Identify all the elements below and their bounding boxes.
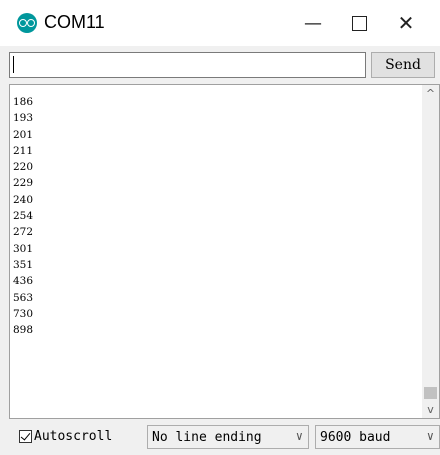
- bottom-bar: Autoscroll No line ending ∨ 9600 baud ∨: [0, 419, 440, 455]
- scroll-down-button[interactable]: v: [422, 401, 439, 418]
- output-line: 730: [13, 307, 34, 320]
- vertical-scrollbar[interactable]: ^ v: [422, 85, 439, 418]
- minimize-button[interactable]: —: [290, 0, 336, 46]
- send-input[interactable]: [9, 52, 366, 78]
- send-row: Send: [9, 52, 440, 78]
- output-line: 436: [13, 275, 34, 288]
- scroll-thumb[interactable]: [424, 387, 437, 399]
- output-line: 201: [13, 128, 34, 141]
- output-line: 240: [13, 193, 34, 206]
- autoscroll-checkbox[interactable]: [19, 430, 32, 443]
- autoscroll-toggle[interactable]: Autoscroll: [19, 429, 112, 444]
- close-icon: ✕: [397, 11, 415, 35]
- send-button[interactable]: Send: [371, 52, 435, 78]
- autoscroll-label: Autoscroll: [34, 429, 113, 444]
- output-lines: 186 193 201 211 220 229 240 254 272 301 …: [13, 94, 33, 338]
- window-title: COM11: [44, 12, 105, 32]
- output-line: 186: [13, 96, 34, 108]
- output-line: 898: [13, 324, 34, 337]
- output-line: 563: [13, 291, 34, 304]
- chevron-down-icon: ∨: [295, 429, 303, 443]
- maximize-button[interactable]: [336, 0, 382, 46]
- scroll-up-button[interactable]: ^: [422, 85, 439, 102]
- output-line: 301: [13, 242, 34, 255]
- baud-rate-value: 9600 baud: [320, 429, 391, 445]
- arduino-logo-icon: [17, 13, 37, 33]
- close-button[interactable]: ✕: [383, 0, 429, 46]
- output-line: 254: [13, 210, 34, 223]
- minimize-icon: —: [304, 12, 322, 34]
- chevron-up-icon: ^: [425, 87, 436, 100]
- text-caret: [13, 56, 14, 73]
- line-ending-value: No line ending: [152, 429, 262, 445]
- output-line: 351: [13, 258, 34, 271]
- title-bar[interactable]: COM11 — ✕: [0, 0, 440, 46]
- baud-rate-select[interactable]: 9600 baud ∨: [315, 425, 440, 449]
- line-ending-select[interactable]: No line ending ∨: [147, 425, 309, 449]
- output-line: 272: [13, 226, 34, 239]
- output-line: 193: [13, 112, 34, 125]
- chevron-down-icon: v: [427, 403, 434, 416]
- output-line: 229: [13, 177, 34, 190]
- maximize-icon: [351, 15, 367, 31]
- chevron-down-icon: ∨: [426, 429, 434, 443]
- serial-monitor-window: COM11 — ✕ Send 186 193 201 211 220 229 2…: [0, 0, 440, 455]
- output-line: 220: [13, 161, 34, 174]
- output-line: 211: [13, 144, 34, 157]
- serial-output[interactable]: 186 193 201 211 220 229 240 254 272 301 …: [9, 84, 440, 419]
